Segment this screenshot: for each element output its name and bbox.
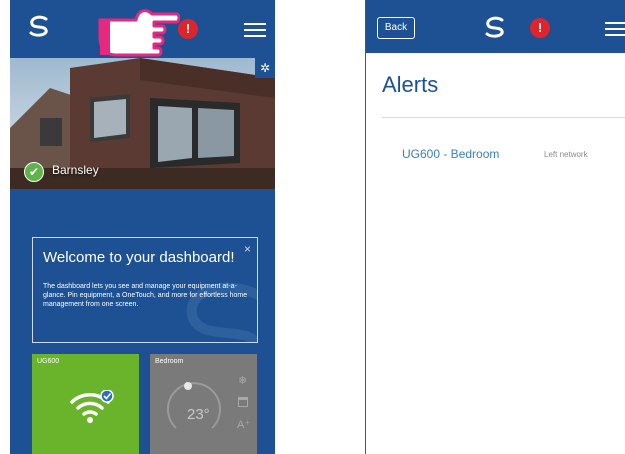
location-photo[interactable]: ✲ ✔ Barnsley bbox=[10, 58, 275, 189]
tile-label: Bedroom bbox=[155, 358, 184, 365]
temperature-readout: 23° bbox=[187, 406, 210, 423]
status-ok-check-icon: ✔ bbox=[24, 162, 44, 182]
alert-badge-icon[interactable]: ! bbox=[178, 19, 198, 39]
building-photo-image bbox=[10, 58, 275, 189]
brand-logo-icon[interactable] bbox=[26, 15, 52, 43]
snowflake-icon: ❄ bbox=[238, 375, 248, 387]
back-button[interactable]: Back bbox=[377, 17, 415, 39]
device-tile-bedroom[interactable]: Bedroom 23° ❄ A⁺ bbox=[150, 354, 257, 454]
alerts-header: Back ! bbox=[366, 0, 625, 53]
welcome-body: The dashboard lets you see and manage yo… bbox=[43, 283, 248, 308]
welcome-title: Welcome to your dashboard! bbox=[43, 249, 235, 266]
calendar-icon bbox=[238, 397, 248, 407]
dashboard-header: ! bbox=[10, 0, 275, 58]
settings-gear-icon[interactable]: ✲ bbox=[255, 58, 275, 78]
welcome-card: Welcome to your dashboard! × The dashboa… bbox=[32, 237, 258, 343]
divider bbox=[382, 117, 625, 118]
alert-status-text: Left network bbox=[544, 150, 588, 159]
screenshot-stage: ! ✲ ✔ Barnsley Welcome to your dashboard… bbox=[0, 0, 625, 454]
alert-badge-icon[interactable]: ! bbox=[530, 18, 550, 38]
hamburger-menu-icon[interactable] bbox=[244, 23, 266, 37]
hamburger-menu-icon[interactable] bbox=[605, 22, 625, 36]
font-size-icon: A⁺ bbox=[237, 419, 251, 431]
tile-label: UG600 bbox=[37, 358, 60, 365]
dashboard-screen: ! ✲ ✔ Barnsley Welcome to your dashboard… bbox=[10, 0, 275, 454]
page-title: Alerts bbox=[382, 72, 439, 97]
brand-logo-icon[interactable] bbox=[482, 16, 508, 44]
device-tile-ug600[interactable]: UG600 bbox=[32, 354, 139, 454]
close-icon[interactable]: × bbox=[244, 242, 251, 256]
location-name: Barnsley bbox=[52, 163, 99, 177]
wifi-icon bbox=[70, 390, 114, 423]
alert-device-link[interactable]: UG600 - Bedroom bbox=[402, 147, 499, 161]
alerts-screen: Back ! Alerts UG600 - Bedroom Left netwo… bbox=[365, 0, 625, 454]
pointing-hand-icon bbox=[98, 9, 180, 57]
